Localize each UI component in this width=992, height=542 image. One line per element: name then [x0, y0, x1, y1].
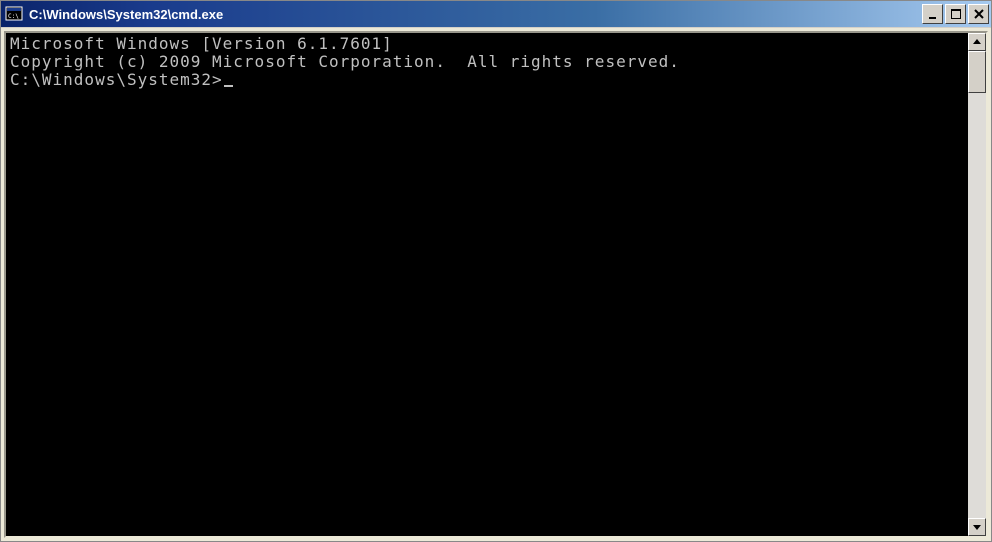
console-output[interactable]: Microsoft Windows [Version 6.1.7601]Copy… — [6, 33, 968, 536]
client-area: Microsoft Windows [Version 6.1.7601]Copy… — [1, 27, 991, 541]
text-cursor — [224, 85, 233, 87]
vertical-scrollbar[interactable] — [968, 33, 986, 536]
close-button[interactable] — [968, 4, 989, 24]
scroll-down-button[interactable] — [968, 518, 986, 536]
scroll-thumb[interactable] — [968, 51, 986, 93]
console-frame: Microsoft Windows [Version 6.1.7601]Copy… — [4, 31, 988, 538]
console-prompt-line: C:\Windows\System32> — [10, 71, 964, 89]
console-line: Microsoft Windows [Version 6.1.7601] — [10, 35, 964, 53]
minimize-button[interactable] — [922, 4, 943, 24]
system-menu-icon[interactable]: C:\ — [5, 5, 23, 23]
command-prompt-window: C:\ C:\Windows\System32\cmd.exe Microsof… — [0, 0, 992, 542]
scroll-track[interactable] — [968, 51, 986, 518]
console-prompt: C:\Windows\System32> — [10, 70, 223, 89]
scroll-up-button[interactable] — [968, 33, 986, 51]
titlebar[interactable]: C:\ C:\Windows\System32\cmd.exe — [1, 1, 991, 27]
window-title: C:\Windows\System32\cmd.exe — [29, 7, 920, 22]
caption-buttons — [920, 4, 989, 24]
svg-text:C:\: C:\ — [8, 13, 19, 20]
maximize-button[interactable] — [945, 4, 966, 24]
console-line: Copyright (c) 2009 Microsoft Corporation… — [10, 53, 964, 71]
